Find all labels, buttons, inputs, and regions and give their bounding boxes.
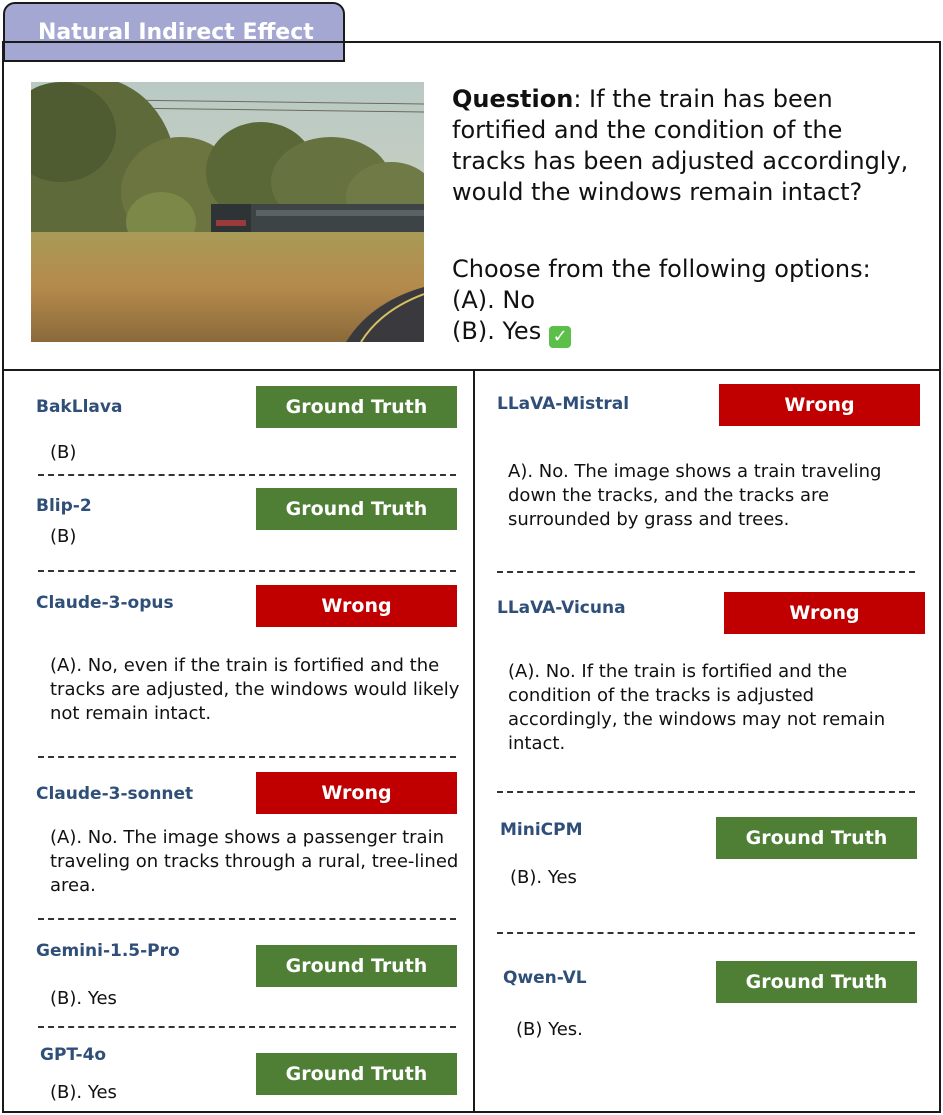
badge-gpt4o: Ground Truth — [256, 1053, 457, 1095]
response-llava-mistral: A). No. The image shows a train travelin… — [508, 461, 882, 530]
model-name-minicpm: MiniCPM — [500, 820, 583, 840]
dashed-separator — [38, 756, 456, 758]
check-mark-icon: ✓ — [549, 326, 572, 348]
response-minicpm: (B). Yes — [510, 867, 577, 888]
dashed-separator — [497, 932, 915, 934]
option-a: (A). No — [452, 286, 536, 314]
column-divider — [473, 370, 475, 1112]
response-claude3-opus: (A). No, even if the train is fortified … — [50, 655, 460, 724]
dashed-separator — [38, 918, 456, 920]
badge-blip2: Ground Truth — [256, 488, 457, 530]
response-bakllava: (B) — [50, 442, 77, 463]
train-photo — [31, 82, 424, 342]
model-name-qwen-vl: Qwen-VL — [503, 968, 587, 988]
model-name-llava-vicuna: LLaVA-Vicuna — [497, 598, 626, 618]
dashed-separator — [497, 791, 915, 793]
options-block: Choose from the following options: (A). … — [452, 254, 871, 348]
badge-gemini: Ground Truth — [256, 945, 457, 987]
response-qwen-vl: (B) Yes. — [516, 1019, 583, 1040]
option-b: (B). Yes — [452, 317, 542, 345]
badge-qwen-vl: Ground Truth — [716, 961, 917, 1003]
model-name-claude3-sonnet: Claude-3-sonnet — [36, 784, 194, 804]
badge-bakllava: Ground Truth — [256, 386, 457, 428]
response-claude3-sonnet: (A). No. The image shows a passenger tra… — [50, 827, 459, 896]
badge-minicpm: Ground Truth — [716, 817, 917, 859]
model-name-bakllava: BakLlava — [36, 397, 123, 417]
dashed-separator — [38, 570, 456, 572]
badge-claude3-sonnet: Wrong — [256, 772, 457, 814]
dashed-separator — [38, 474, 456, 476]
dashed-separator — [497, 571, 915, 573]
option-b-row: (B). Yes ✓ — [452, 316, 871, 348]
model-name-llava-mistral: LLaVA-Mistral — [497, 394, 630, 414]
badge-llava-vicuna: Wrong — [724, 592, 925, 634]
response-llava-vicuna: (A). No. If the train is fortified and t… — [508, 661, 886, 754]
badge-claude3-opus: Wrong — [256, 585, 457, 627]
model-name-gpt4o: GPT-4o — [40, 1045, 107, 1065]
response-blip2: (B) — [50, 526, 77, 547]
response-gpt4o: (B). Yes — [50, 1082, 117, 1103]
question-text: Question: If the train has been fortifie… — [452, 84, 922, 208]
badge-llava-mistral: Wrong — [719, 384, 920, 426]
model-name-gemini: Gemini-1.5-Pro — [36, 941, 180, 961]
dashed-separator — [38, 1026, 456, 1028]
section-divider — [2, 369, 941, 371]
response-gemini: (B). Yes — [50, 988, 117, 1009]
model-name-blip2: Blip-2 — [36, 496, 92, 516]
options-prompt: Choose from the following options: — [452, 255, 871, 283]
question-label: Question — [452, 85, 574, 113]
model-name-claude3-opus: Claude-3-opus — [36, 593, 174, 613]
